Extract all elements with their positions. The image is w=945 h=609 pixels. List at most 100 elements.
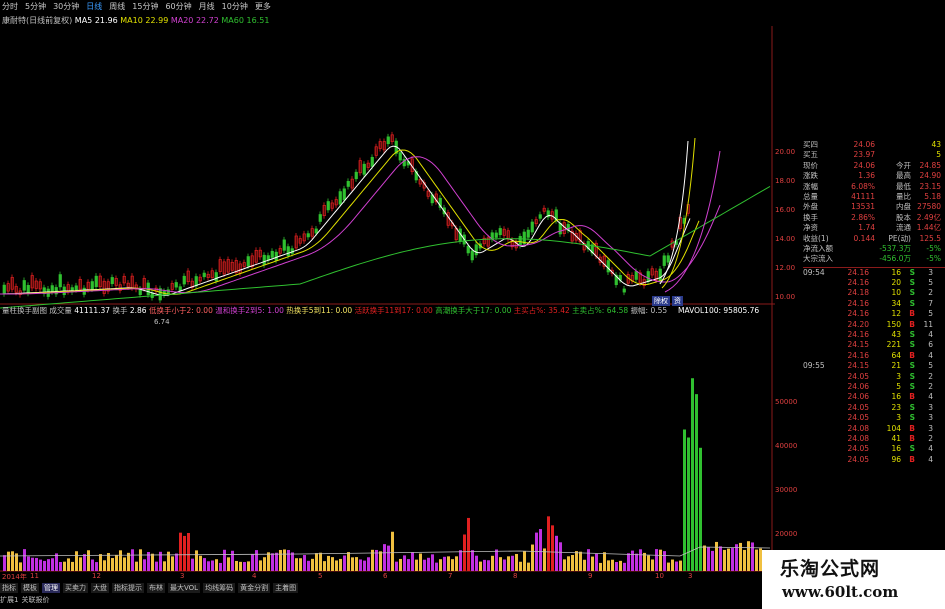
quote-row: 涨跌 1.36 最高 24.90 — [803, 171, 945, 181]
timeframe-4[interactable]: 周线 — [109, 0, 125, 13]
quote-row: 净资 1.74 流通 1.44亿 — [803, 223, 945, 233]
indicator-tab[interactable]: 指标 — [0, 583, 18, 593]
timeframe-1[interactable]: 5分钟 — [25, 0, 46, 13]
candle-body — [194, 276, 198, 287]
volume-bar — [587, 549, 590, 571]
volume-bar — [319, 552, 322, 571]
volume-bar — [711, 550, 714, 571]
date-tick: 6 — [383, 572, 388, 580]
extension-tab[interactable]: 扩展1 — [0, 595, 18, 605]
volume-bar — [739, 542, 742, 571]
tick-cell: 2 — [928, 288, 933, 298]
volume-bar — [695, 394, 698, 571]
param-amplitude: 振幅: 0.55 — [630, 306, 668, 315]
tick-cell: 24.05 — [847, 444, 869, 454]
tick-row: 24.08 41 B 2 — [803, 434, 945, 444]
quote-cell: 总量 — [803, 191, 818, 201]
indicator-tab[interactable]: 买卖力 — [63, 583, 88, 593]
indicator-tab[interactable]: 大盘 — [91, 583, 109, 593]
timeframe-8[interactable]: 10分钟 — [222, 0, 248, 13]
volume-bar — [603, 552, 606, 571]
tick-row: 24.05 3 S 2 — [803, 372, 945, 382]
volume-bar — [75, 551, 78, 571]
indicator-tab[interactable]: 模板 — [21, 583, 39, 593]
indicator-tab[interactable]: 最大VOL — [168, 583, 201, 593]
tag-ex-rights[interactable]: 除权 — [652, 296, 670, 306]
volume-bar — [27, 556, 30, 571]
volume-bar — [635, 553, 638, 571]
quote-cell: 43 — [931, 140, 941, 149]
timeframe-2[interactable]: 30分钟 — [53, 0, 79, 13]
tag-capital[interactable]: 资 — [672, 296, 683, 306]
volume-bar — [175, 553, 178, 571]
tick-cell — [803, 309, 833, 319]
volume-bar — [275, 552, 278, 571]
candle-body — [262, 254, 266, 266]
volume-bar — [323, 561, 326, 571]
volume-bar — [35, 557, 38, 571]
tick-cell: 64 — [891, 350, 901, 360]
volume-bar — [343, 555, 346, 571]
quote-row: 总量 41111 量比 5.18 — [803, 192, 945, 202]
extension-tab[interactable]: 关联报价 — [21, 595, 49, 605]
mavol-value: MAVOL100: 95805.76 — [677, 306, 760, 315]
tick-cell: B — [909, 319, 915, 329]
tick-cell: 4 — [928, 454, 933, 464]
tick-cell: 3 — [896, 413, 901, 423]
timeframe-0[interactable]: 分时 — [2, 0, 18, 13]
quote-cell: 现价 — [803, 160, 818, 170]
volume-bar — [471, 550, 474, 571]
tick-cell — [803, 288, 833, 298]
indicator-tab[interactable]: 管理 — [42, 583, 60, 593]
timeframe-3[interactable]: 日线 — [86, 0, 102, 13]
timeframe-5[interactable]: 15分钟 — [132, 0, 158, 13]
quote-cell — [875, 150, 911, 160]
tick-cell: 4 — [928, 392, 933, 402]
ma10-value: 22.99 — [145, 16, 169, 25]
timeframe-7[interactable]: 月线 — [199, 0, 215, 13]
volume-bar — [615, 562, 618, 571]
site-watermark: 乐淘公式网 www.60lt.com — [762, 550, 945, 609]
tick-cell — [803, 278, 833, 288]
indicator-tab[interactable]: 均线筹码 — [203, 583, 236, 593]
volume-bar — [419, 553, 422, 571]
tick-cell: S — [909, 361, 915, 371]
tick-row: 24.05 3 S 3 — [803, 413, 945, 423]
quote-row: 外盘 13531 内盘 27580 — [803, 202, 945, 212]
timeframe-6[interactable]: 60分钟 — [165, 0, 191, 13]
candle-body — [110, 277, 114, 285]
candle-body — [342, 188, 346, 201]
volume-bar — [11, 551, 14, 571]
tick-cell: 2 — [928, 433, 933, 443]
volume-bar — [431, 554, 434, 571]
tick-row: 24.08 104 B 3 — [803, 424, 945, 434]
volume-bar — [451, 559, 454, 571]
volume-bar — [643, 552, 646, 571]
tick-cell: 5 — [928, 278, 933, 288]
volume-bar — [119, 550, 122, 571]
volume-bar — [295, 558, 298, 571]
volume-bar — [403, 555, 406, 571]
tick-cell: B — [909, 350, 915, 360]
quote-cell: 27580 — [917, 202, 941, 212]
quote-row: 买四 24.06 43 — [803, 140, 945, 150]
tick-row: 24.20 150 B 11 — [803, 320, 945, 330]
volume-bar — [315, 553, 318, 571]
volume-bar — [239, 561, 242, 571]
indicator-tags[interactable]: 除权 资 — [652, 296, 683, 306]
volume-bar — [39, 559, 42, 571]
tick-cell: 2 — [928, 371, 933, 381]
volume-bar — [619, 560, 622, 571]
candle-body — [346, 181, 350, 187]
timeframe-9[interactable]: 更多 — [255, 0, 271, 13]
quote-cell: 涨跌 — [803, 171, 818, 181]
indicator-tab[interactable]: 指标提示 — [112, 583, 144, 593]
indicator-tab[interactable]: 黄金分割 — [238, 583, 271, 593]
volume-bar — [655, 549, 658, 571]
volume-bar — [327, 555, 330, 571]
quote-cell: 24.06 — [853, 140, 875, 149]
volume-bar — [331, 557, 334, 571]
indicator-tab[interactable]: 主着图 — [273, 583, 299, 593]
indicator-tab[interactable]: 布林 — [147, 583, 165, 593]
volume-bar — [491, 555, 494, 571]
